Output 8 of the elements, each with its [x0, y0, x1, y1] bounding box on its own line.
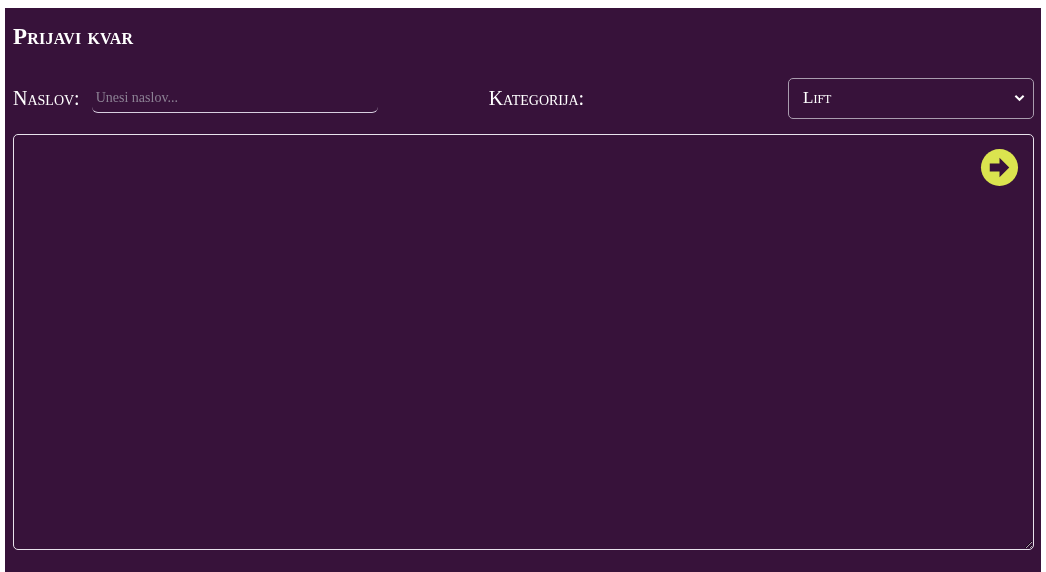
form-title: Prijavi kvar — [13, 24, 134, 50]
title-input[interactable]: Unesi naslov... — [91, 83, 378, 113]
chevron-down-icon — [1014, 94, 1025, 102]
arrow-right-icon[interactable] — [980, 148, 1019, 187]
title-label: Naslov: — [13, 86, 80, 110]
description-field[interactable] — [13, 134, 1034, 550]
category-label: Kategorija: — [488, 86, 585, 110]
category-select[interactable]: Lift — [788, 77, 1034, 119]
